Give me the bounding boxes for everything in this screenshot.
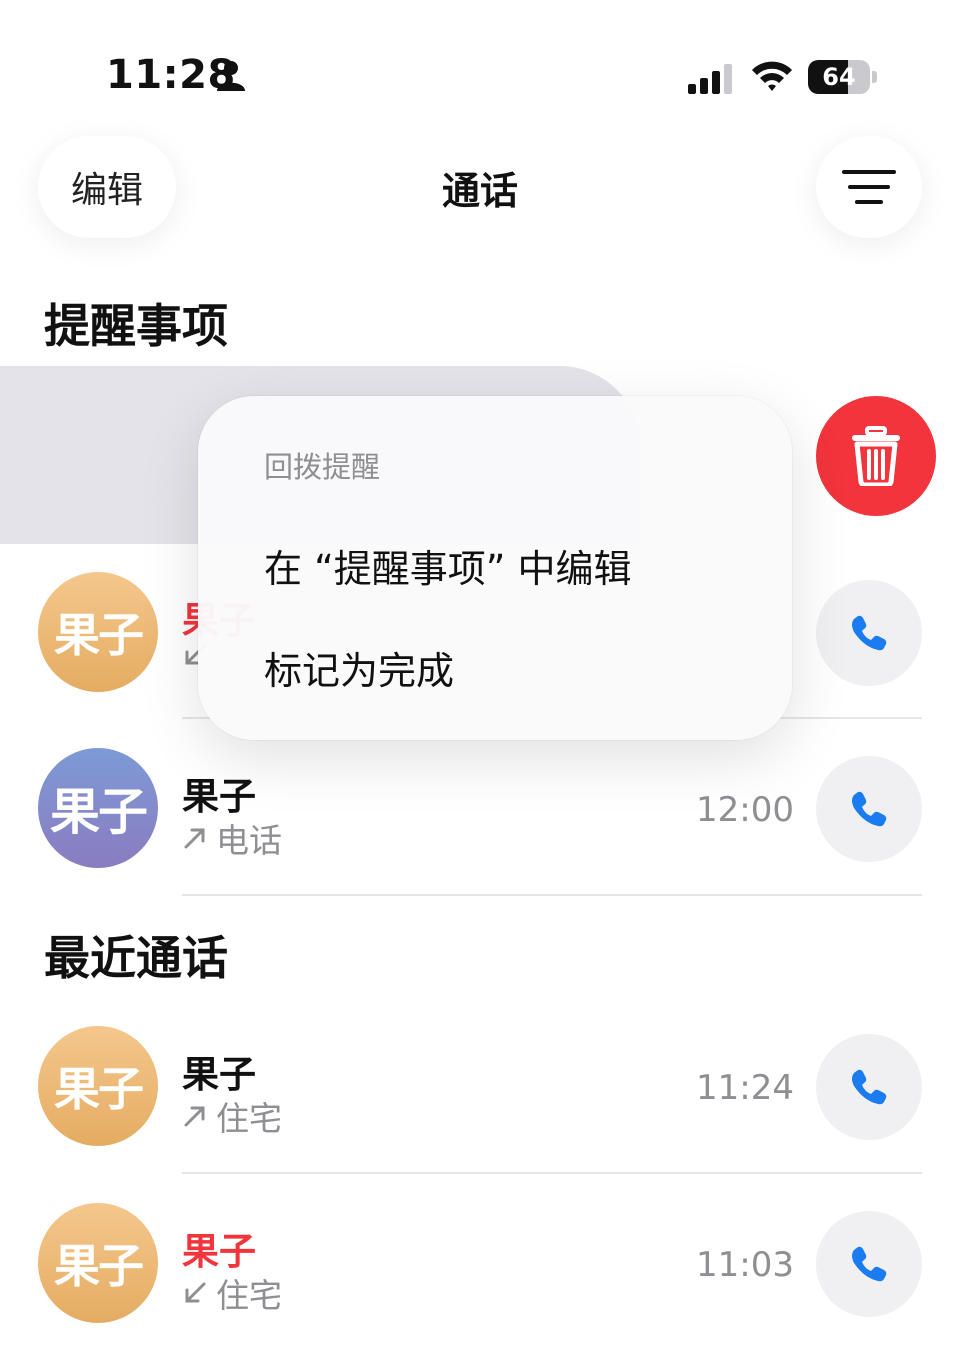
filter-button[interactable] (816, 136, 922, 238)
phone-icon (852, 1246, 887, 1282)
call-time: 11:24 (696, 1068, 794, 1108)
contact-name[interactable]: 果子 (182, 1221, 256, 1275)
phone-icon (852, 791, 887, 827)
call-button[interactable] (816, 1211, 922, 1317)
reminders-section-title: 提醒事项 (44, 299, 228, 353)
avatar: 果子 (38, 572, 158, 692)
menu-item-mark-complete[interactable]: 标记为完成 (264, 640, 454, 695)
avatar: 果子 (38, 748, 158, 868)
contact-name[interactable]: 果子 (182, 1044, 256, 1098)
incoming-arrow-icon (185, 1282, 206, 1303)
call-type-label: 住宅 (216, 1099, 282, 1138)
phone-icon (852, 615, 887, 651)
filter-icon (842, 170, 896, 204)
context-menu-header: 回拨提醒 (264, 450, 381, 484)
avatar: 果子 (38, 1203, 158, 1323)
call-button[interactable] (816, 756, 922, 862)
battery-icon: 64 (808, 60, 878, 94)
call-subtitle: 住宅 (182, 1092, 282, 1140)
menu-item-edit-in-reminders[interactable]: 在 “提醒事项” 中编辑 (264, 538, 632, 593)
call-time: 12:00 (696, 790, 794, 830)
call-type-label: 电话 (216, 821, 282, 860)
context-menu: 回拨提醒 在 “提醒事项” 中编辑 标记为完成 (198, 396, 792, 740)
call-time: 11:03 (696, 1245, 794, 1285)
contact-name[interactable]: 果子 (182, 766, 256, 820)
delete-button[interactable] (816, 396, 936, 516)
signal-icon (688, 64, 732, 94)
outgoing-arrow-icon (184, 828, 205, 849)
edit-button[interactable]: 编辑 (38, 136, 176, 238)
call-button[interactable] (816, 580, 922, 686)
call-button[interactable] (816, 1034, 922, 1140)
trash-icon (852, 426, 900, 486)
battery-percentage: 64 (822, 63, 856, 91)
phone-icon (852, 1069, 887, 1105)
recents-section-title: 最近通话 (44, 931, 228, 985)
call-subtitle: 电话 (182, 814, 282, 862)
page-title: 通话 (441, 169, 518, 213)
person-icon (217, 61, 245, 91)
avatar: 果子 (38, 1026, 158, 1146)
row-divider (182, 894, 922, 896)
outgoing-arrow-icon (184, 1106, 205, 1127)
row-divider (182, 1172, 922, 1174)
call-subtitle: 住宅 (182, 1269, 282, 1317)
wifi-icon (752, 61, 792, 91)
call-type-label: 住宅 (216, 1276, 282, 1315)
